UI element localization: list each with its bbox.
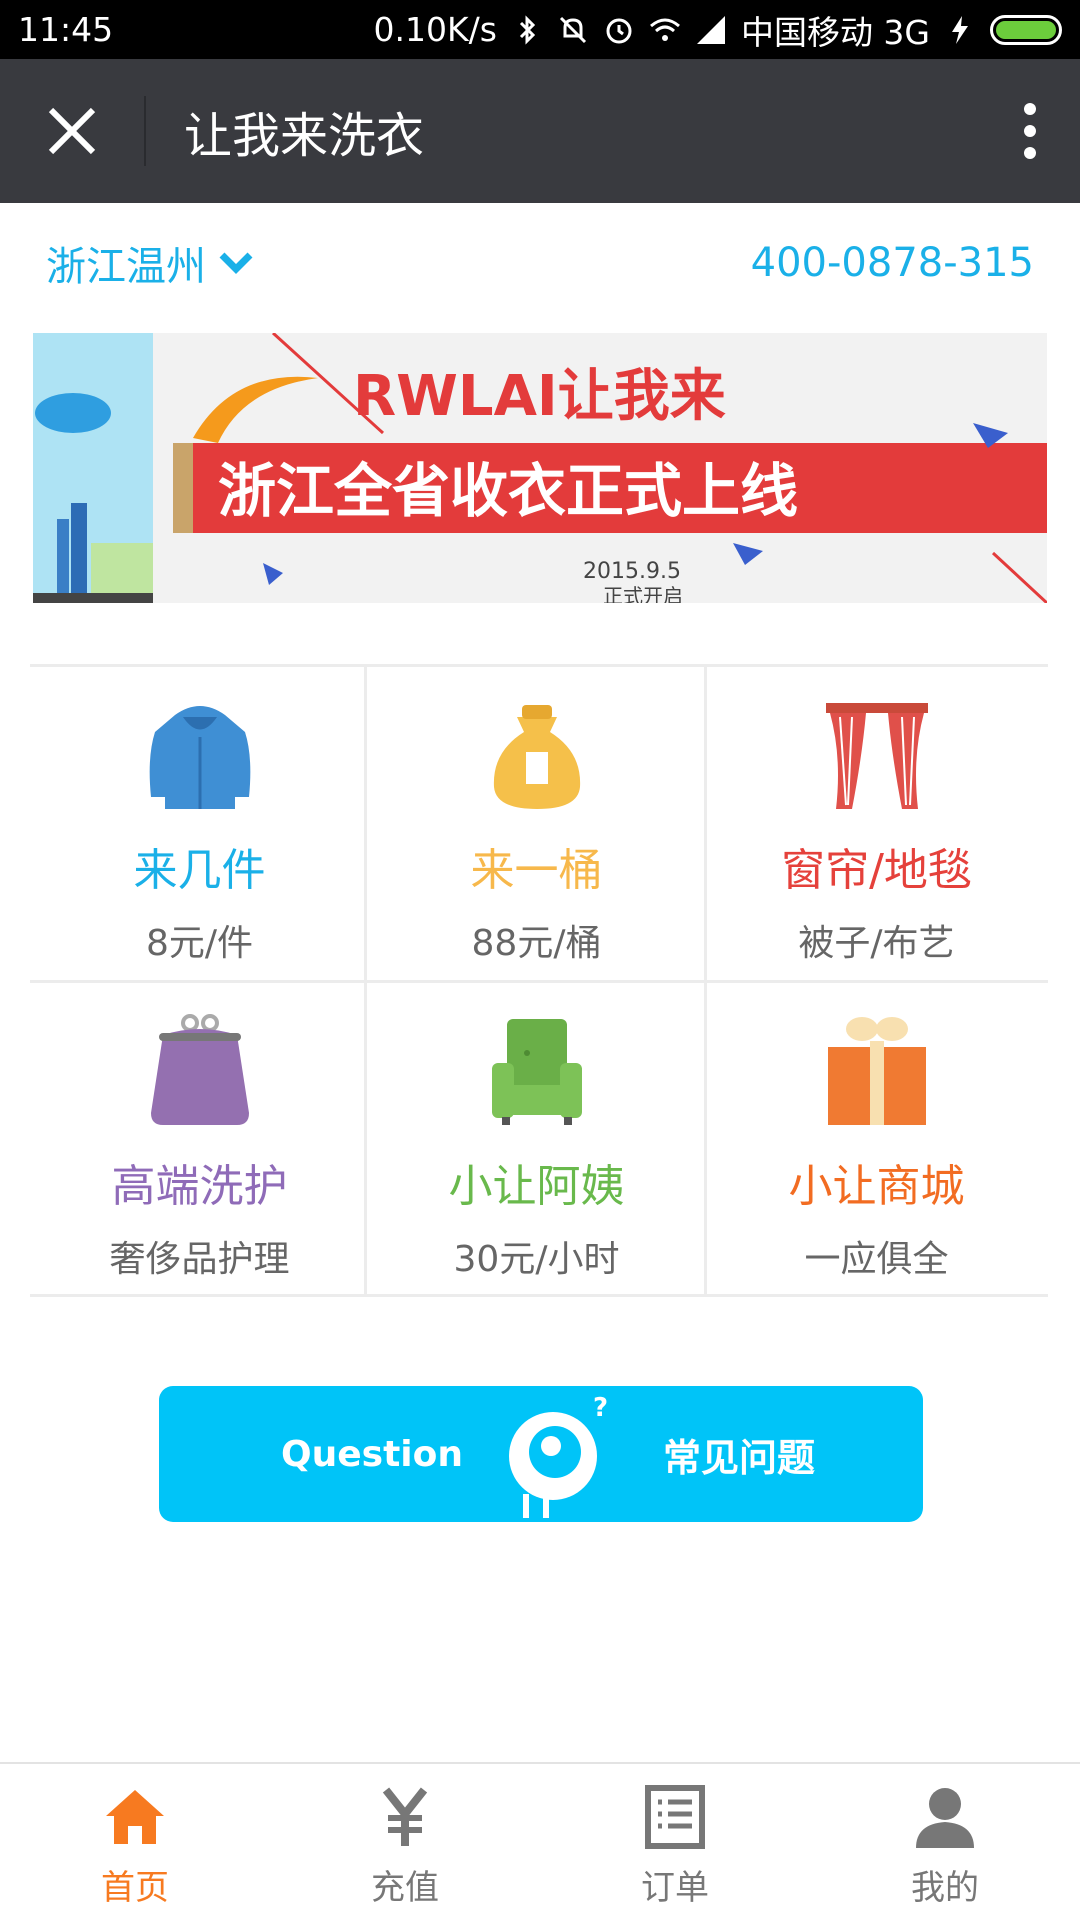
title-divider [144,96,146,166]
mute-icon [559,16,586,43]
phone-number[interactable]: 400-0878-315 [751,240,1034,286]
promo-banner[interactable]: RWLAI让我来 浙江全省收衣正式上线 2015.9.5 正式开启 [33,333,1047,603]
nav-item-recharge[interactable]: 充值 [270,1764,540,1920]
service-mall[interactable]: 小让商城 一应俱全 [707,983,1046,1296]
signal-icon [696,15,725,44]
banner-headline: 浙江全省收衣正式上线 [218,457,798,525]
nav-item-home[interactable]: 首页 [0,1764,270,1920]
service-auntie[interactable]: 小让阿姨 30元/小时 [367,983,706,1296]
city-selector[interactable]: 浙江温州 [46,234,254,292]
service-name: 小让阿姨 [448,1161,625,1212]
faq-button[interactable]: Question ? 常见问题 [159,1386,923,1522]
home-icon [106,1790,164,1844]
carrier-label: 中国移动 3G [740,12,930,52]
armchair-icon [491,1019,582,1125]
service-name: 窗帘/地毯 [781,845,972,896]
banner-note: 正式开启 [603,584,683,603]
page-title: 让我来洗衣 [184,108,425,164]
service-sub: 被子/布艺 [798,923,955,964]
purse-icon [150,1014,249,1125]
order-list-icon [645,1785,705,1849]
banner-brand: RWLAI让我来 [353,364,726,429]
gift-icon [827,1017,926,1125]
service-name: 高端洗护 [111,1161,288,1212]
faq-label-en: Question [281,1433,463,1475]
service-name: 来几件 [133,845,266,896]
bluetooth-icon [519,14,536,45]
service-laiYitong[interactable]: 来一桶 88元/桶 [367,667,706,980]
battery-icon [990,14,1062,45]
service-name: 小让商城 [788,1161,965,1212]
hoodie-icon [149,706,250,809]
service-sub: 88元/桶 [471,923,602,964]
location-row: 浙江温州 400-0878-315 [0,203,1080,323]
chevron-down-icon [219,252,253,274]
network-speed: 0.10K/s [373,10,497,49]
service-name: 来一桶 [470,845,603,896]
title-bar: 让我来洗衣 [0,59,1080,203]
service-sub: 30元/小时 [453,1239,620,1280]
status-time: 11:45 [18,10,114,49]
service-curtain[interactable]: 窗帘/地毯 被子/布艺 [707,667,1046,980]
faq-label-cn: 常见问题 [663,1435,816,1480]
service-laiJijian[interactable]: 来几件 8元/件 [30,667,369,980]
service-luxury[interactable]: 高端洗护 奢侈品护理 [30,983,369,1296]
laundry-bag-icon [493,705,580,809]
city-label: 浙江温州 [46,244,206,290]
close-icon [48,107,96,155]
banner-image: RWLAI让我来 浙江全省收衣正式上线 2015.9.5 正式开启 [33,333,1047,603]
more-vertical-icon [1024,103,1036,159]
bottom-nav: 首页 充值 订单 我的 [0,1762,1080,1920]
mascot-icon: ? [509,1393,608,1518]
service-grid: 来几件 8元/件 来一桶 88元/桶 窗帘/地毯 被子/布艺 高端洗护 奢侈品护… [30,664,1048,1297]
nav-label: 首页 [101,1868,169,1908]
nav-item-mine[interactable]: 我的 [810,1764,1080,1920]
user-icon [916,1788,974,1848]
status-right: 0.10K/s 中国移动 3G [373,6,1062,54]
service-sub: 8元/件 [145,923,254,964]
curtain-icon [825,703,928,809]
banner-date: 2015.9.5 [583,559,681,584]
charging-icon [952,15,968,44]
alarm-icon [606,18,632,43]
svg-text:?: ? [593,1393,608,1423]
close-button[interactable] [0,59,144,203]
wifi-icon [649,18,680,41]
yen-icon [382,1787,428,1846]
service-sub: 奢侈品护理 [109,1239,290,1280]
nav-label: 我的 [911,1868,979,1908]
nav-label: 订单 [641,1868,709,1908]
nav-label: 充值 [371,1868,439,1908]
service-sub: 一应俱全 [804,1239,949,1280]
nav-item-orders[interactable]: 订单 [540,1764,810,1920]
more-button[interactable] [980,59,1080,203]
status-bar: 11:45 0.10K/s 中国移动 3G [0,0,1080,59]
